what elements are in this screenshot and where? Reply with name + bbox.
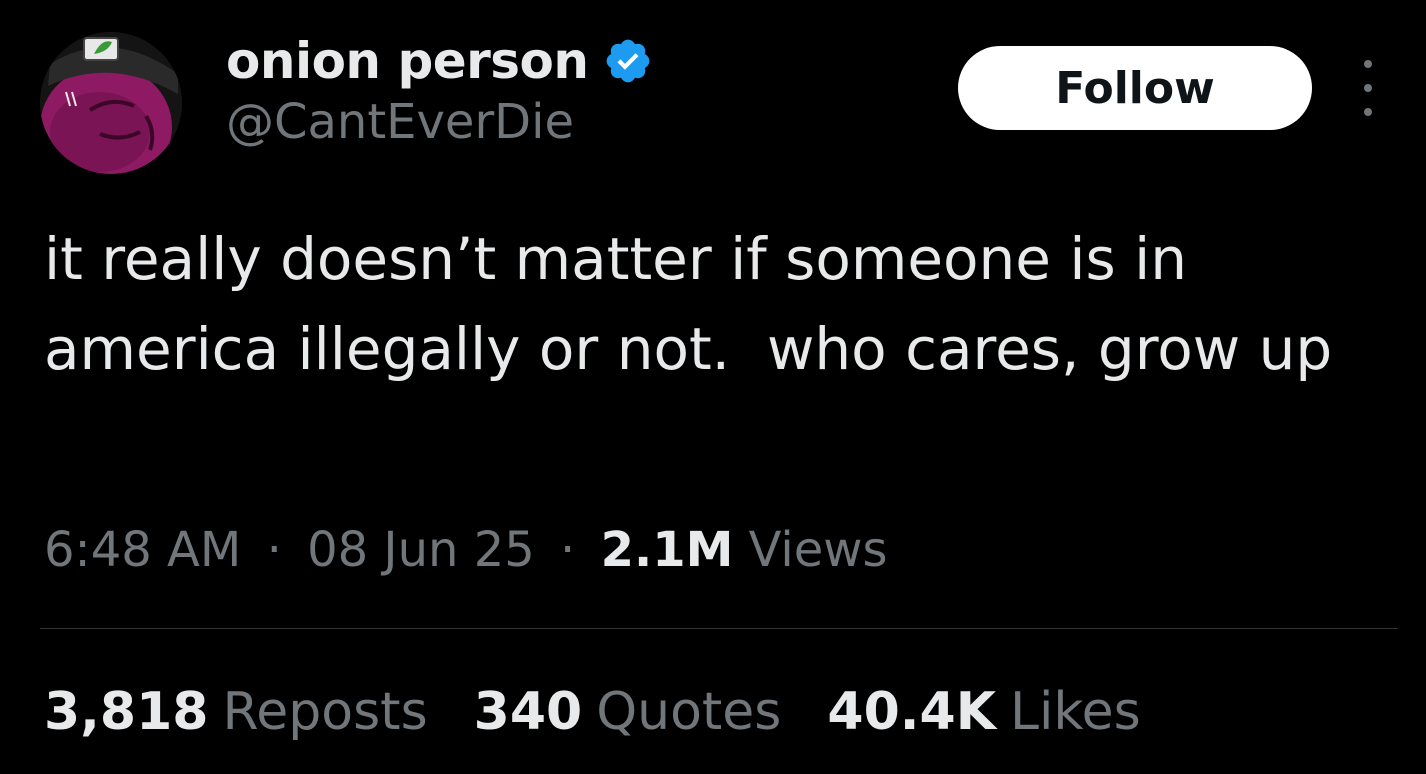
tweet-meta: 6:48 AM · 08 Jun 25 · 2.1M Views — [44, 520, 888, 580]
more-dot — [1364, 108, 1372, 116]
onion-avatar-icon[interactable] — [40, 32, 182, 174]
user-handle[interactable]: @CantEverDie — [226, 96, 653, 149]
more-dot — [1364, 60, 1372, 68]
user-info: onion person @CantEverDie — [226, 28, 653, 149]
views-count[interactable]: 2.1M — [601, 522, 734, 578]
more-dot — [1364, 84, 1372, 92]
display-name-row: onion person — [226, 28, 653, 94]
more-vertical-icon[interactable] — [1348, 60, 1388, 116]
divider — [40, 628, 1398, 629]
quotes-stat[interactable]: 340 Quotes — [474, 680, 782, 744]
meta-separator: · — [560, 522, 576, 578]
meta-separator: · — [266, 522, 282, 578]
likes-label: Likes — [1010, 682, 1141, 742]
reposts-stat[interactable]: 3,818 Reposts — [44, 680, 428, 744]
quotes-label: Quotes — [596, 682, 782, 742]
reposts-count: 3,818 — [44, 682, 209, 742]
verified-badge-icon[interactable] — [603, 36, 653, 86]
display-name[interactable]: onion person — [226, 36, 589, 86]
views-label: Views — [748, 522, 888, 578]
engagement-stats: 3,818 Reposts 340 Quotes 40.4K Likes — [44, 680, 1187, 744]
reposts-label: Reposts — [222, 682, 428, 742]
tweet-date[interactable]: 08 Jun 25 — [307, 522, 535, 578]
likes-count: 40.4K — [827, 682, 996, 742]
tweet-text: it really doesn’t matter if someone is i… — [44, 225, 1333, 383]
tweet-card: onion person @CantEverDie Follow it real… — [0, 0, 1426, 774]
tweet-time[interactable]: 6:48 AM — [44, 522, 241, 578]
follow-button[interactable]: Follow — [958, 46, 1312, 130]
likes-stat[interactable]: 40.4K Likes — [827, 680, 1140, 744]
quotes-count: 340 — [473, 682, 583, 742]
